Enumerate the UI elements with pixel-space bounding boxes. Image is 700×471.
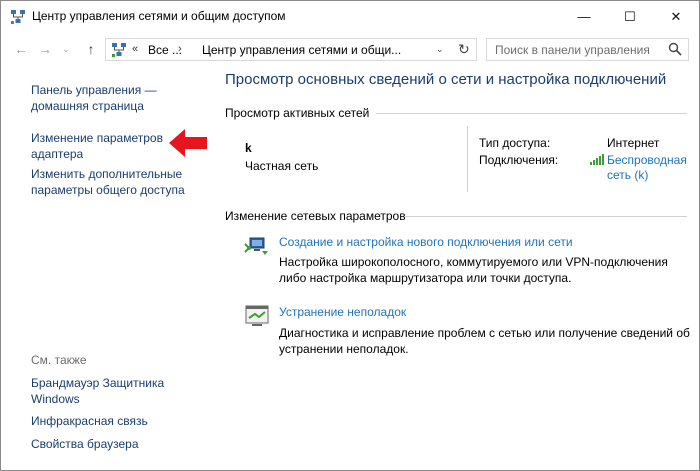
new-connection-description: Настройка широкополосного, коммутируемог… — [279, 255, 668, 285]
vertical-divider — [467, 126, 468, 192]
troubleshoot-icon — [245, 305, 269, 326]
address-bar[interactable]: « Все ... › Центр управления сетями и об… — [105, 38, 477, 61]
sidebar-link-browser-properties[interactable]: Свойства браузера — [31, 436, 206, 452]
close-button[interactable]: ✕ — [653, 1, 699, 32]
window-title: Центр управления сетями и общим доступом — [32, 9, 286, 23]
navigation-bar: ← → ⌄ ↑ « Все ... › Центр управления сет… — [1, 32, 699, 66]
troubleshoot-description: Диагностика и исправление проблем с сеть… — [279, 326, 690, 356]
search-placeholder: Поиск в панели управления — [495, 43, 650, 57]
connections-label: Подключения: — [479, 153, 559, 167]
red-pointer-arrow-icon — [169, 129, 207, 157]
active-networks-heading: Просмотр активных сетей — [225, 106, 370, 120]
network-name: k — [245, 141, 252, 155]
address-overflow-chevron[interactable]: « — [132, 43, 138, 55]
access-type-label: Тип доступа: — [479, 136, 551, 150]
back-button[interactable]: ← — [11, 39, 31, 59]
network-center-icon — [11, 10, 25, 24]
recent-locations-button[interactable]: ⌄ — [59, 39, 73, 59]
troubleshoot-link[interactable]: Устранение неполадок — [279, 305, 406, 319]
search-input[interactable]: Поиск в панели управления — [486, 38, 689, 61]
sidebar-link-advanced-sharing[interactable]: Изменить дополнительные параметры общего… — [31, 166, 206, 198]
forward-button[interactable]: → — [35, 39, 55, 59]
wireless-connection-link[interactable]: Беспроводная сеть (k) — [607, 153, 697, 183]
search-icon[interactable] — [668, 42, 682, 56]
window: Центр управления сетями и общим доступом… — [0, 0, 700, 471]
new-connection-icon — [244, 237, 268, 255]
wifi-signal-icon — [590, 154, 604, 165]
sidebar-link-home[interactable]: Панель управления — домашняя страница — [31, 82, 206, 114]
sidebar-link-firewall[interactable]: Брандмауэр Защитника Windows — [31, 375, 206, 407]
breadcrumb-all-items[interactable]: Все ... — [148, 43, 182, 57]
change-settings-heading: Изменение сетевых параметров — [225, 209, 406, 223]
page-title: Просмотр основных сведений о сети и наст… — [225, 71, 667, 88]
new-connection-link[interactable]: Создание и настройка нового подключения … — [279, 235, 573, 249]
network-center-icon — [112, 43, 126, 57]
maximize-button[interactable]: ☐ — [607, 1, 653, 32]
sidebar: Панель управления — домашняя страница Из… — [1, 66, 211, 470]
network-type[interactable]: Частная сеть — [245, 159, 318, 173]
see-also-heading: См. также — [31, 353, 87, 367]
up-button[interactable]: ↑ — [81, 39, 101, 59]
section-divider — [405, 216, 687, 217]
address-dropdown-icon[interactable]: ⌄ — [436, 44, 444, 55]
breadcrumb-current[interactable]: Центр управления сетями и общи... — [202, 43, 401, 57]
sidebar-link-infrared[interactable]: Инфракрасная связь — [31, 413, 206, 429]
title-bar: Центр управления сетями и общим доступом… — [1, 1, 699, 32]
breadcrumb-separator[interactable]: › — [178, 43, 182, 55]
section-divider — [376, 113, 687, 114]
access-type-value: Интернет — [607, 136, 660, 150]
refresh-icon[interactable]: ↻ — [458, 41, 470, 58]
minimize-button[interactable]: — — [561, 1, 607, 32]
